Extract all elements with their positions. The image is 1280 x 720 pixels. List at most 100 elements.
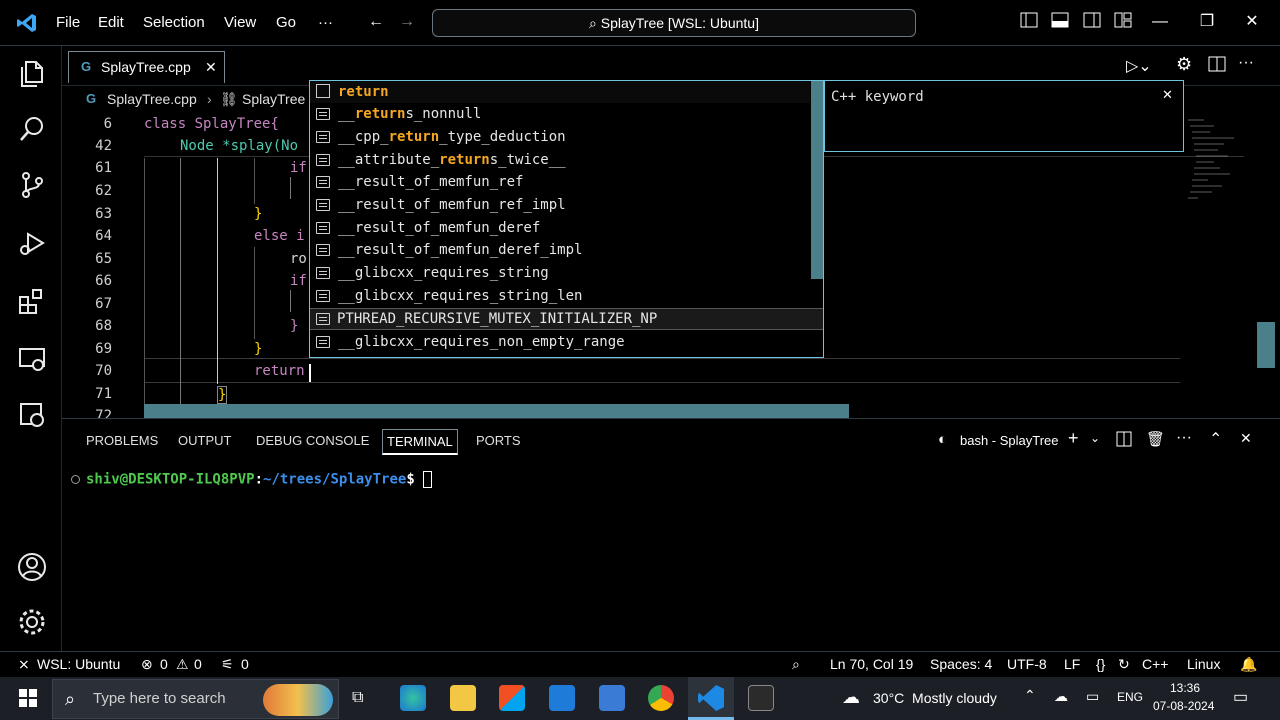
ports-count[interactable]: 0 — [241, 656, 249, 672]
remote-indicator[interactable]: WSL: Ubuntu — [37, 656, 120, 672]
customize-layout-icon[interactable] — [1113, 12, 1133, 32]
terminal-name[interactable]: bash - SplayTree — [960, 433, 1059, 448]
chevron-up-icon[interactable]: ⌃ — [1024, 687, 1036, 704]
error-icon[interactable]: ⊗ — [141, 656, 153, 673]
minimize-icon[interactable]: — — [1150, 12, 1170, 32]
command-center[interactable]: ⌕ SplayTree [WSL: Ubuntu] — [432, 9, 916, 37]
menu-selection[interactable]: Selection — [143, 14, 205, 31]
windows-start-icon[interactable] — [19, 689, 37, 710]
sync-icon[interactable]: ↻ — [1118, 656, 1130, 673]
language-mode[interactable]: C++ — [1142, 656, 1168, 672]
suggest-item[interactable]: __glibcxx_requires_string_len — [310, 285, 810, 307]
tab-problems[interactable]: PROBLEMS — [86, 433, 158, 448]
close-window-icon[interactable]: ✕ — [1242, 12, 1262, 32]
store-icon[interactable] — [499, 685, 525, 711]
suggest-item[interactable]: __glibcxx_requires_string — [310, 262, 810, 284]
horizontal-scrollbar[interactable] — [144, 404, 849, 418]
split-terminal-icon[interactable] — [1116, 431, 1132, 450]
suggest-item[interactable]: __result_of_memfun_ref — [310, 171, 810, 193]
maximize-panel-icon[interactable]: ⌃ — [1209, 429, 1222, 449]
task-view-icon[interactable]: ⧉ — [352, 689, 363, 707]
suggest-item[interactable]: __result_of_memfun_deref — [310, 217, 810, 239]
tab-ports[interactable]: PORTS — [476, 433, 521, 448]
clock-date[interactable]: 07-08-2024 — [1153, 699, 1214, 713]
minimap[interactable] — [1184, 116, 1256, 208]
settings-gear-icon[interactable]: ⚙ — [1176, 54, 1192, 75]
suggest-item[interactable]: return — [310, 81, 810, 103]
tab-terminal[interactable]: TERMINAL — [382, 429, 458, 455]
network-icon[interactable]: ☁ — [1054, 688, 1068, 705]
suggest-item[interactable]: __result_of_memfun_ref_impl — [310, 194, 810, 216]
tab-output[interactable]: OUTPUT — [178, 433, 231, 448]
app-icon[interactable] — [599, 685, 625, 711]
breadcrumb-file[interactable]: SplayTree.cpp — [107, 86, 197, 112]
warning-count[interactable]: 0 — [194, 656, 202, 672]
zoom-icon[interactable]: ⌕ — [792, 656, 800, 673]
toggle-secondary-sidebar-icon[interactable] — [1082, 12, 1102, 32]
chrome-icon[interactable] — [648, 685, 674, 711]
edge-browser-icon[interactable] — [400, 685, 426, 711]
error-count[interactable]: 0 — [160, 656, 168, 672]
remote-explorer-icon[interactable] — [17, 344, 47, 374]
source-control-icon[interactable] — [17, 170, 47, 200]
encoding[interactable]: UTF-8 — [1007, 656, 1047, 672]
trash-icon[interactable]: 🗑 — [1146, 430, 1165, 448]
close-tab-icon[interactable]: ✕ — [205, 52, 217, 82]
suggest-item[interactable]: __result_of_memfun_deref_impl — [310, 239, 810, 261]
run-debug-icon[interactable] — [17, 228, 47, 258]
close-panel-icon[interactable]: ✕ — [1240, 430, 1252, 447]
extensions-icon[interactable] — [17, 286, 47, 316]
suggest-widget[interactable]: return __returns_nonnull __cpp_return_ty… — [309, 80, 824, 358]
menu-edit[interactable]: Edit — [98, 14, 124, 31]
notification-center-icon[interactable]: ▭ — [1233, 687, 1248, 707]
settings-gear-icon[interactable] — [17, 607, 47, 637]
search-icon[interactable] — [17, 114, 47, 144]
file-explorer-icon[interactable] — [450, 685, 476, 711]
new-terminal-icon[interactable]: + — [1068, 428, 1079, 449]
suggest-scrollbar[interactable] — [811, 81, 823, 279]
end-of-line[interactable]: LF — [1064, 656, 1080, 672]
more-actions-icon[interactable]: ··· — [1238, 54, 1254, 72]
battery-icon[interactable]: ▭ — [1086, 688, 1099, 705]
toggle-sidebar-icon[interactable] — [1019, 12, 1039, 32]
suggest-item[interactable]: __glibcxx_requires_non_empty_range — [310, 331, 810, 353]
run-code-icon[interactable]: ▷⌄ — [1126, 56, 1152, 76]
clock-time[interactable]: 13:36 — [1170, 681, 1200, 695]
vertical-scrollbar[interactable] — [1257, 322, 1275, 368]
terminal-app-icon[interactable] — [748, 685, 774, 711]
more-actions-icon[interactable]: ··· — [1176, 429, 1192, 447]
chevron-down-icon[interactable]: ⌄ — [1090, 431, 1100, 445]
indentation[interactable]: Spaces: 4 — [930, 656, 992, 672]
taskbar-active-app[interactable] — [688, 677, 734, 720]
suggest-item[interactable]: __attribute_returns_twice__ — [310, 149, 810, 171]
accounts-icon[interactable] — [17, 552, 47, 582]
ports-icon[interactable]: ⚟ — [221, 656, 234, 673]
testing-icon[interactable] — [17, 400, 47, 430]
menu-more[interactable]: ··· — [318, 14, 333, 31]
close-details-icon[interactable]: ✕ — [1162, 88, 1173, 103]
menu-file[interactable]: File — [56, 14, 80, 31]
menu-view[interactable]: View — [224, 14, 256, 31]
suggest-item[interactable]: PTHREAD_RECURSIVE_MUTEX_INITIALIZER_NP — [310, 308, 810, 330]
notifications-bell-icon[interactable]: 🔔 — [1240, 656, 1257, 673]
restore-icon[interactable]: ❐ — [1197, 12, 1217, 32]
braces-icon[interactable]: {} — [1096, 656, 1105, 672]
split-editor-icon[interactable] — [1208, 56, 1226, 75]
menu-go[interactable]: Go — [276, 14, 296, 31]
language-indicator[interactable]: ENG — [1117, 690, 1143, 704]
suggest-item[interactable]: __cpp_return_type_deduction — [310, 126, 810, 148]
remote-icon[interactable]: ⨯ — [18, 656, 30, 673]
cursor-position[interactable]: Ln 70, Col 19 — [830, 656, 913, 672]
tab-splaytree-cpp[interactable]: G SplayTree.cpp ✕ — [68, 51, 225, 83]
os-indicator[interactable]: Linux — [1187, 656, 1220, 672]
back-arrow-icon[interactable]: ← — [366, 12, 386, 32]
mail-icon[interactable] — [549, 685, 575, 711]
taskbar-search[interactable]: ⌕ Type here to search — [52, 679, 339, 719]
breadcrumb-symbol[interactable]: SplayTree — [242, 86, 305, 112]
tab-debug-console[interactable]: DEBUG CONSOLE — [256, 433, 369, 448]
terminal[interactable]: shiv@DESKTOP-ILQ8PVP:~/trees/SplayTree$ — [71, 471, 433, 488]
suggest-item[interactable]: __returns_nonnull — [310, 103, 810, 125]
forward-arrow-icon[interactable]: → — [397, 12, 417, 32]
toggle-panel-icon[interactable] — [1050, 12, 1070, 32]
explorer-icon[interactable] — [17, 58, 47, 88]
